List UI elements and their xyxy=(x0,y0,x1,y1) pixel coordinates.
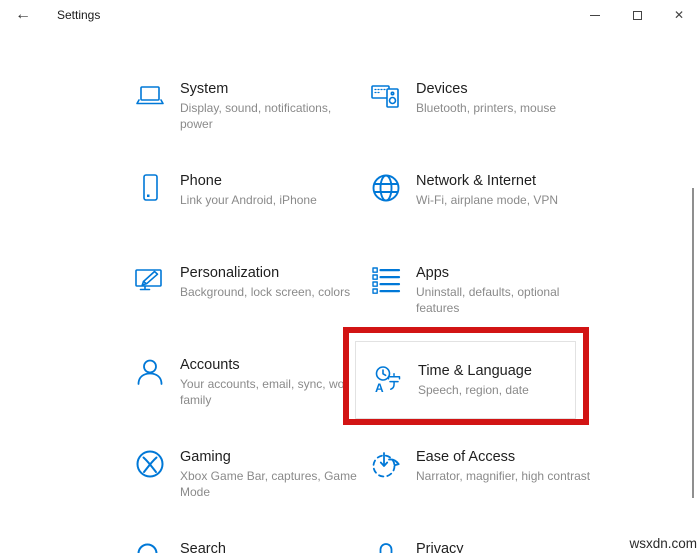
tile-subtitle: Narrator, magnifier, high contrast xyxy=(416,469,591,483)
apps-list-icon xyxy=(370,264,402,296)
tile-title: System xyxy=(180,81,229,97)
close-icon: ✕ xyxy=(673,8,685,22)
search-icon xyxy=(134,540,166,553)
xbox-icon xyxy=(134,448,166,480)
tile-title: Privacy xyxy=(416,541,464,553)
tile-subtitle: Bluetooth, printers, mouse xyxy=(416,101,557,115)
svg-text:A: A xyxy=(375,381,384,395)
phone-icon xyxy=(134,172,166,204)
personalization-icon xyxy=(134,264,166,296)
tile-title: Devices xyxy=(416,81,468,97)
tile-title: Search xyxy=(180,541,226,553)
globe-icon xyxy=(370,172,402,204)
tile-subtitle: Display, sound, notifications, power xyxy=(180,101,332,131)
person-icon xyxy=(134,356,166,388)
tile-title: Personalization xyxy=(180,265,280,281)
devices-icon xyxy=(370,80,402,112)
tile-title: Phone xyxy=(180,173,222,189)
back-button[interactable]: ← xyxy=(8,2,38,28)
tile-search[interactable]: Search xyxy=(134,540,366,553)
minimize-icon xyxy=(590,14,600,16)
window-controls: ✕ xyxy=(574,0,700,30)
ease-of-access-icon xyxy=(370,448,402,480)
tile-title: Ease of Access xyxy=(416,449,516,465)
tile-phone[interactable]: Phone Link your Android, iPhone xyxy=(134,172,366,208)
tile-title: Accounts xyxy=(180,357,240,373)
tile-subtitle: Background, lock screen, colors xyxy=(180,285,351,299)
tile-system[interactable]: System Display, sound, notifications, po… xyxy=(134,80,366,132)
time-language-icon: A xyxy=(372,364,404,396)
tile-privacy[interactable]: Privacy xyxy=(370,540,602,553)
close-button[interactable]: ✕ xyxy=(658,0,700,30)
tile-subtitle: Speech, region, date xyxy=(418,383,529,397)
tile-devices[interactable]: Devices Bluetooth, printers, mouse xyxy=(370,80,602,116)
tile-subtitle: Your accounts, email, sync, work, family xyxy=(180,377,358,407)
maximize-icon xyxy=(632,10,642,20)
tile-subtitle: Link your Android, iPhone xyxy=(180,193,317,207)
tile-ease-of-access[interactable]: Ease of Access Narrator, magnifier, high… xyxy=(370,448,602,484)
minimize-button[interactable] xyxy=(574,0,616,30)
tile-subtitle: Xbox Game Bar, captures, Game Mode xyxy=(180,469,357,499)
scrollbar-thumb[interactable] xyxy=(692,188,694,498)
tile-title: Time & Language xyxy=(418,363,532,379)
back-arrow-icon: ← xyxy=(15,6,31,23)
window-title: Settings xyxy=(57,8,101,22)
time-language-highlight-rectangle: A Time & Language Speech, region, date xyxy=(343,327,589,425)
watermark: wsxdn.com xyxy=(629,536,697,551)
tile-title: Network & Internet xyxy=(416,173,537,189)
tile-apps[interactable]: Apps Uninstall, defaults, optional featu… xyxy=(370,264,602,316)
tile-time-language[interactable]: A Time & Language Speech, region, date xyxy=(355,341,576,419)
tile-accounts[interactable]: Accounts Your accounts, email, sync, wor… xyxy=(134,356,366,408)
maximize-button[interactable] xyxy=(616,0,658,30)
lock-icon xyxy=(370,540,402,553)
laptop-icon xyxy=(134,80,166,112)
tile-title: Apps xyxy=(416,265,450,281)
tile-title: Gaming xyxy=(180,449,231,465)
tile-personalization[interactable]: Personalization Background, lock screen,… xyxy=(134,264,366,300)
tile-network-internet[interactable]: Network & Internet Wi-Fi, airplane mode,… xyxy=(370,172,602,208)
titlebar: ← Settings ✕ xyxy=(0,0,700,30)
tile-gaming[interactable]: Gaming Xbox Game Bar, captures, Game Mod… xyxy=(134,448,366,500)
tile-subtitle: Uninstall, defaults, optional features xyxy=(416,285,560,315)
tile-subtitle: Wi-Fi, airplane mode, VPN xyxy=(416,193,559,207)
